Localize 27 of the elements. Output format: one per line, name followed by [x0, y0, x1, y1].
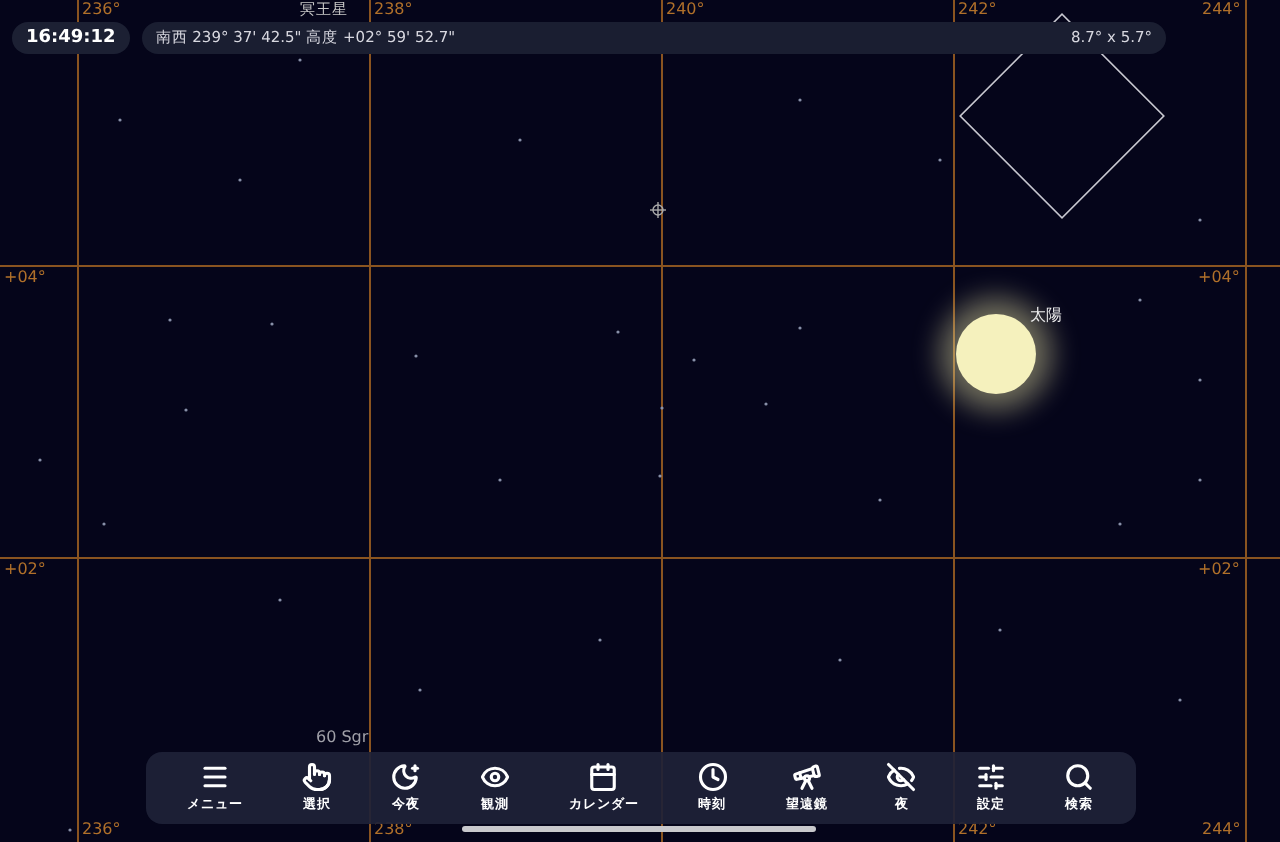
grid-label: +02°	[1198, 560, 1240, 578]
grid-label: 236°	[82, 820, 121, 838]
calendar-icon	[588, 762, 619, 792]
grid-label: 244°	[1202, 0, 1241, 18]
grid-label: 244°	[1202, 820, 1241, 838]
pointing-hand-icon	[302, 762, 333, 792]
moon-star-icon	[390, 762, 421, 792]
search-icon	[1064, 762, 1095, 792]
crosshair-icon	[649, 201, 667, 219]
grid-label: 242°	[958, 820, 997, 838]
object-label: 60 Sgr	[316, 728, 369, 746]
clock-icon	[697, 762, 728, 792]
grid-label: 238°	[374, 0, 413, 18]
grid-label: +04°	[4, 268, 46, 286]
grid-label: 238°	[374, 820, 413, 838]
grid-label: 240°	[666, 0, 705, 18]
eye-icon	[479, 762, 510, 792]
eye-off-icon	[886, 762, 917, 792]
object-label: 太陽	[1030, 304, 1062, 326]
grid-label: +04°	[1198, 268, 1240, 286]
telescope-icon	[792, 762, 823, 792]
menu-icon	[200, 762, 231, 792]
grid-label: 236°	[82, 0, 121, 18]
grid-label: 242°	[958, 0, 997, 18]
sliders-icon	[975, 762, 1006, 792]
grid-label: +02°	[4, 560, 46, 578]
time-display[interactable]: 16:49:12	[12, 22, 130, 54]
